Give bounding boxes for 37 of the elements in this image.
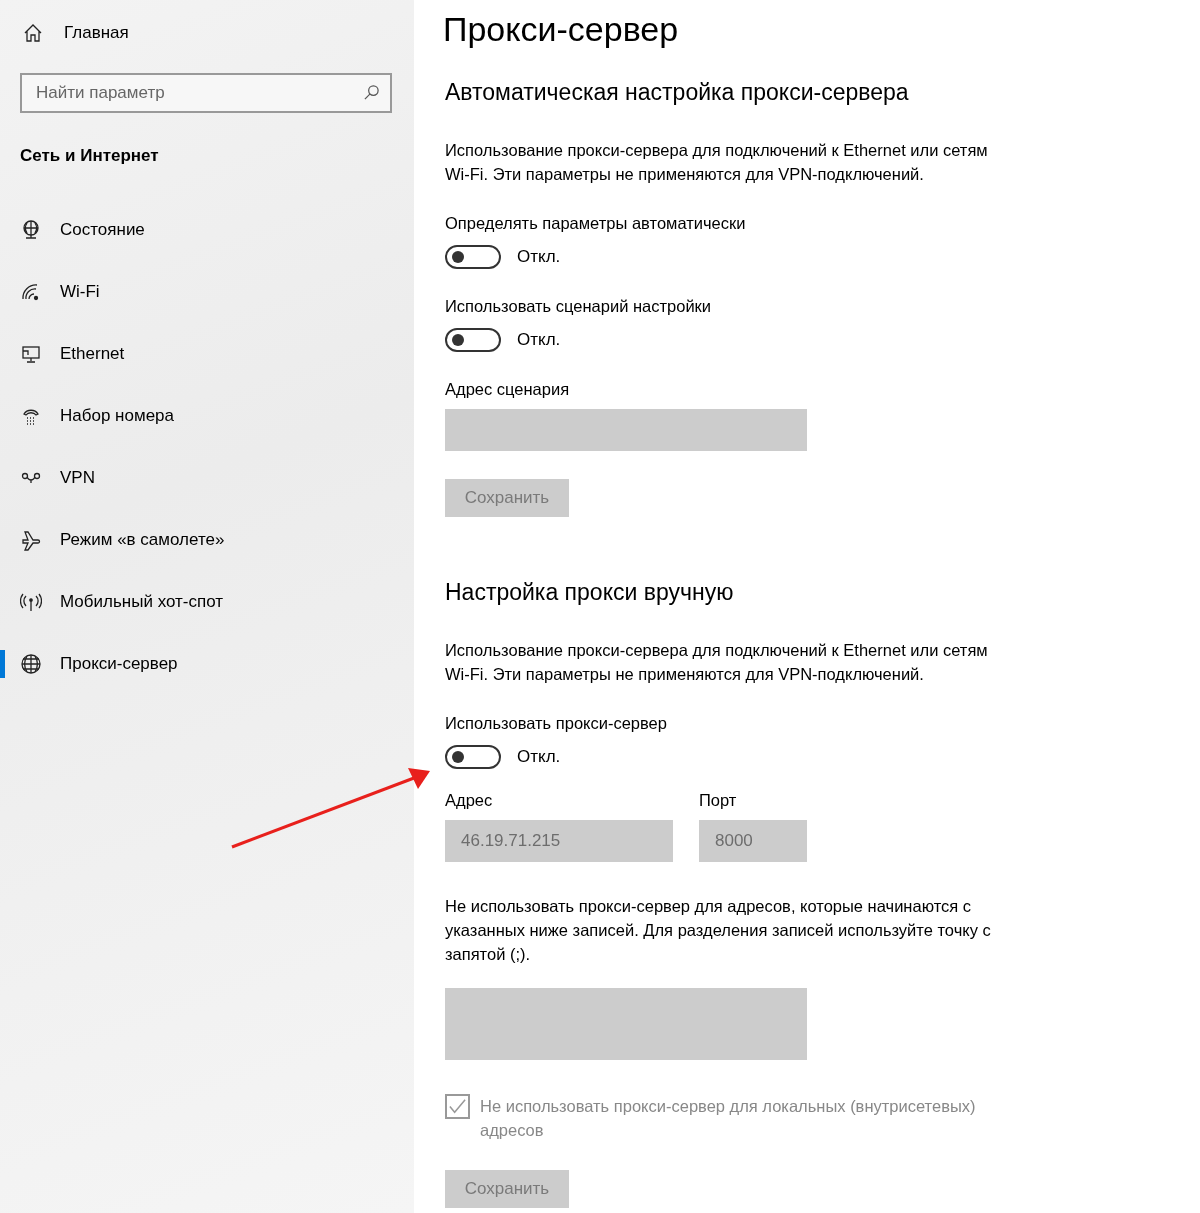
toggle-label: Использовать прокси-сервер xyxy=(445,714,668,733)
sidebar-item[interactable]: Wi-Fi xyxy=(0,261,414,323)
airplane-icon xyxy=(20,529,42,551)
field-label: Адрес сценария xyxy=(445,380,571,399)
page-title: Прокси-сервер xyxy=(443,10,680,49)
sidebar-item[interactable]: Набор номера xyxy=(0,385,414,447)
sidebar-item[interactable]: Мобильный хот-спот xyxy=(0,571,414,633)
field-label: Порт xyxy=(699,791,738,810)
sidebar-item[interactable]: Режим «в самолете» xyxy=(0,509,414,571)
search-field[interactable]: Найти параметр xyxy=(20,73,392,113)
toggle-state: Откл. xyxy=(517,247,561,267)
toggle-label: Использовать сценарий настройки xyxy=(445,297,713,316)
globe-monitor-icon xyxy=(20,219,42,241)
section-heading: Автоматическая настройка прокси-сервера xyxy=(445,79,910,106)
sidebar-item[interactable]: VPN xyxy=(0,447,414,509)
home-link[interactable]: Главная xyxy=(0,20,414,46)
section-heading: Настройка прокси вручную xyxy=(445,579,735,606)
checkbox-label: Не использовать прокси-сервер для локальных (внутрисетевых) адресов xyxy=(480,1096,977,1141)
monitor-icon xyxy=(20,343,42,365)
toggle-label: Определять параметры автоматически xyxy=(445,214,747,233)
field-label: Адрес xyxy=(445,791,494,810)
description-text: Использование прокси-сервера для подключений к Ethernet или сетям Wi-Fi. Эти параметры не применяются для VPN-подключений. xyxy=(445,640,989,685)
home-icon xyxy=(22,22,44,44)
toggle-state: Откл. xyxy=(517,330,561,350)
toggle-state: Откл. xyxy=(517,747,561,767)
globe-icon xyxy=(20,653,42,675)
section-title: Сеть и Интернет xyxy=(20,146,160,166)
antenna-icon xyxy=(20,591,42,613)
description-text: Не использовать прокси-сервер для адресов, которые начинаются с указанных ниже записей. Для разделения записей используйте точку с запятой (;). xyxy=(445,896,992,965)
toggle-switch[interactable] xyxy=(445,328,501,352)
description-text: Использование прокси-сервера для подключений к Ethernet или сетям Wi-Fi. Эти параметры не применяются для VPN-подключений. xyxy=(445,140,989,185)
search-icon xyxy=(363,84,380,101)
toggle-switch[interactable] xyxy=(445,245,501,269)
sidebar-item[interactable]: Состояние xyxy=(0,199,414,261)
toggle-switch[interactable] xyxy=(445,745,501,769)
sidebar-item[interactable]: Ethernet xyxy=(0,323,414,385)
sidebar-item[interactable]: Прокси-сервер xyxy=(0,633,414,695)
